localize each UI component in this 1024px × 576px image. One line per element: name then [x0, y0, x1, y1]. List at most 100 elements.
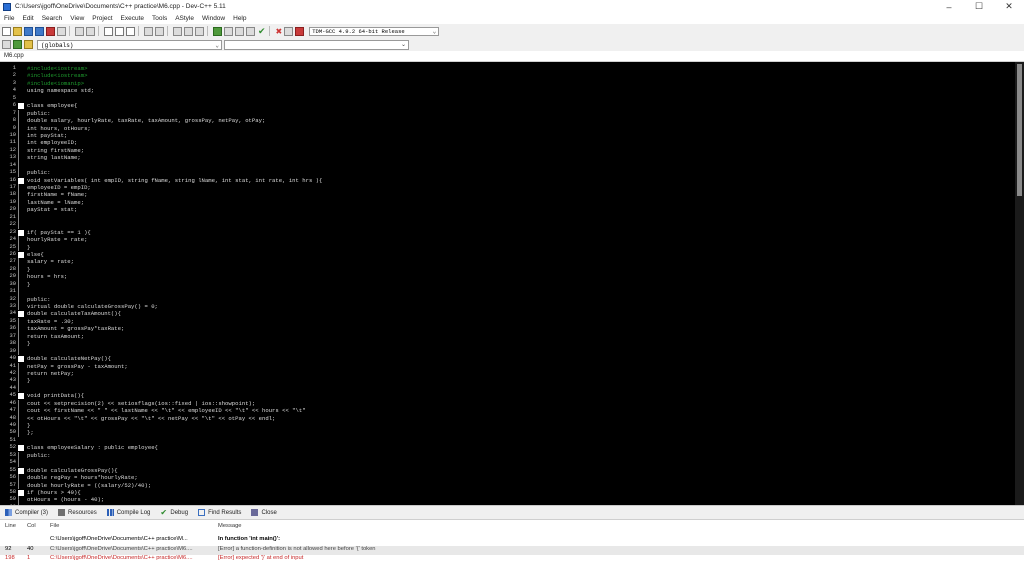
code-line[interactable]: 58 if (hours > 40){ — [10, 489, 1014, 496]
code-line[interactable]: 28} — [10, 265, 1014, 274]
code-line[interactable]: 57 double hourlyRate = ((salary/52)/40); — [10, 481, 1014, 489]
menu-help[interactable]: Help — [229, 15, 250, 22]
replace-icon[interactable] — [115, 26, 124, 36]
code-line[interactable]: 25} — [10, 243, 1014, 251]
fold-marker-icon[interactable] — [18, 177, 24, 184]
code-line[interactable]: 48 << otHours << "\t" << grossPay << "\t"… — [10, 414, 1014, 422]
compile-icon[interactable] — [213, 26, 222, 36]
menu-project[interactable]: Project — [88, 15, 116, 22]
header-col[interactable]: Col — [27, 523, 36, 529]
editor-vertical-scrollbar[interactable] — [1015, 62, 1024, 505]
code-line[interactable]: 9 int hours, otHours; — [13, 124, 1014, 132]
code-line[interactable]: 12 string firstName; — [10, 146, 1014, 155]
code-line[interactable]: 19 lastName = lName; — [10, 198, 1014, 207]
code-line[interactable]: 10 int payStat; — [10, 131, 1014, 140]
bottom-tab-compile-log[interactable]: Compile Log — [102, 509, 156, 516]
open-folder-icon[interactable] — [13, 26, 22, 36]
code-line[interactable]: 15 public: — [10, 169, 1014, 177]
code-line[interactable]: 22 — [10, 221, 1014, 229]
code-line[interactable]: 40 double calculateNetPay(){ — [10, 355, 1014, 363]
menu-tools[interactable]: Tools — [148, 15, 171, 22]
code-line[interactable]: 1 #include<iostream> — [13, 65, 1014, 72]
code-line[interactable]: 26 else{ — [10, 251, 1014, 258]
minimize-button[interactable]: – — [934, 0, 964, 13]
menu-view[interactable]: View — [66, 15, 88, 22]
members-select[interactable]: ⌄ — [224, 39, 409, 50]
compile-run-icon[interactable] — [235, 26, 244, 36]
code-line[interactable]: 43} — [10, 377, 1014, 385]
save-icon[interactable] — [24, 26, 33, 36]
fold-marker-icon[interactable] — [18, 489, 24, 496]
profile-icon[interactable] — [295, 26, 305, 36]
code-line[interactable]: 47 cout << firstName << " " << lastName <… — [10, 407, 1014, 415]
bottom-tab-find-results[interactable]: Find Results — [193, 509, 246, 516]
code-line[interactable]: 55 double calculateGrossPay(){ — [10, 467, 1014, 474]
header-file[interactable]: File — [50, 523, 210, 529]
code-line[interactable]: 56 double regPay = hours*hourlyRate; — [10, 474, 1014, 482]
close-file-icon[interactable] — [46, 26, 55, 36]
menu-window[interactable]: Window — [198, 15, 229, 22]
goto-bookmark-icon[interactable] — [24, 40, 33, 49]
code-line[interactable]: 31 — [10, 288, 1014, 296]
scrollbar-thumb[interactable] — [1017, 64, 1022, 196]
code-line[interactable]: 49} — [10, 422, 1014, 430]
code-line[interactable]: 42 return netPay; — [10, 369, 1014, 378]
message-row-error[interactable]: 198 1 C:\Users\jgoff\OneDrive\Documents\… — [0, 555, 1024, 564]
menu-file[interactable]: File — [0, 15, 18, 22]
code-line[interactable]: 5 — [13, 95, 1014, 102]
syntax-check-icon[interactable]: ✔ — [258, 26, 266, 36]
unindent-icon[interactable] — [155, 26, 164, 36]
code-area[interactable]: 1 #include<iostream> 2 #include<iostream> 3 #… — [10, 65, 1014, 505]
scope-select[interactable]: (globals) ⌄ — [37, 39, 222, 50]
redo-icon[interactable] — [86, 26, 95, 36]
goto-back-icon[interactable] — [173, 26, 182, 36]
fold-marker-icon[interactable] — [18, 445, 24, 452]
code-line[interactable]: 45 void printData(){ — [10, 392, 1014, 400]
new-file-icon[interactable] — [2, 26, 11, 36]
menu-execute[interactable]: Execute — [117, 15, 149, 22]
find-next-icon[interactable] — [126, 26, 135, 36]
code-line[interactable]: 23 if( payStat == 1 ){ — [10, 229, 1014, 236]
code-line[interactable]: 11 int employeeID; — [10, 139, 1014, 147]
maximize-button[interactable]: ☐ — [964, 0, 994, 13]
message-row-selected[interactable]: 92 40 C:\Users\jgoff\OneDrive\Documents\… — [0, 546, 1024, 555]
code-line[interactable]: 36 taxAmount = grossPay*taxRate; — [10, 325, 1014, 333]
fold-marker-icon[interactable] — [18, 103, 24, 110]
menu-edit[interactable]: Edit — [18, 15, 37, 22]
code-line[interactable]: 38} — [10, 340, 1014, 348]
header-line[interactable]: Line — [5, 523, 16, 529]
code-line[interactable]: 24 hourlyRate = rate; — [10, 236, 1014, 244]
bottom-tab-resources[interactable]: Resources — [53, 509, 102, 516]
code-line[interactable]: 13 string lastName; — [10, 154, 1014, 162]
fold-marker-icon[interactable] — [18, 356, 24, 363]
code-line[interactable]: 52 class employeeSalary : public employee… — [10, 444, 1014, 452]
code-line[interactable]: 30} — [10, 280, 1014, 289]
fold-marker-icon[interactable] — [18, 251, 24, 258]
menu-search[interactable]: Search — [38, 15, 67, 22]
fold-marker-icon[interactable] — [18, 229, 24, 236]
code-line[interactable]: 8 double salary, hourlyRate, taxRate, tax… — [13, 117, 1014, 125]
message-row[interactable]: C:\Users\jgoff\OneDrive\Documents\C++ pr… — [0, 536, 1024, 545]
goto-forward-icon[interactable] — [184, 26, 193, 36]
rebuild-icon[interactable] — [246, 26, 255, 36]
bottom-tab-compiler-3[interactable]: Compiler (3) — [0, 509, 53, 516]
code-line[interactable]: 21 — [10, 213, 1014, 222]
insert-icon[interactable] — [2, 40, 11, 49]
fold-marker-icon[interactable] — [18, 467, 24, 474]
menu-astyle[interactable]: AStyle — [171, 15, 198, 22]
undo-icon[interactable] — [75, 26, 84, 36]
code-line[interactable]: 51 — [10, 437, 1014, 444]
code-line[interactable]: 17 employeeID = empID; — [10, 184, 1014, 192]
code-line[interactable]: 59 otHours = (hours - 40); — [10, 496, 1014, 504]
code-line[interactable]: 4 using namespace std; — [13, 87, 1014, 94]
compiler-select[interactable]: TDM-GCC 4.9.2 64-bit Release ⌄ — [309, 26, 440, 36]
code-line[interactable]: 44 — [10, 384, 1014, 393]
code-line[interactable]: 33 virtual double calculateGrossPay() = 0… — [10, 303, 1014, 311]
stop-execution-icon[interactable]: ✖ — [276, 27, 283, 36]
code-line[interactable]: 16 void setVariables( int empID, string f… — [10, 177, 1014, 184]
code-line[interactable]: 39 — [10, 347, 1014, 356]
print-icon[interactable] — [57, 26, 66, 36]
code-line[interactable]: 41 netPay = grossPay - taxAmount; — [10, 362, 1014, 370]
toggle-bookmark-icon[interactable] — [13, 40, 22, 49]
code-editor[interactable]: 1 #include<iostream> 2 #include<iostream> 3 #… — [0, 62, 1024, 505]
